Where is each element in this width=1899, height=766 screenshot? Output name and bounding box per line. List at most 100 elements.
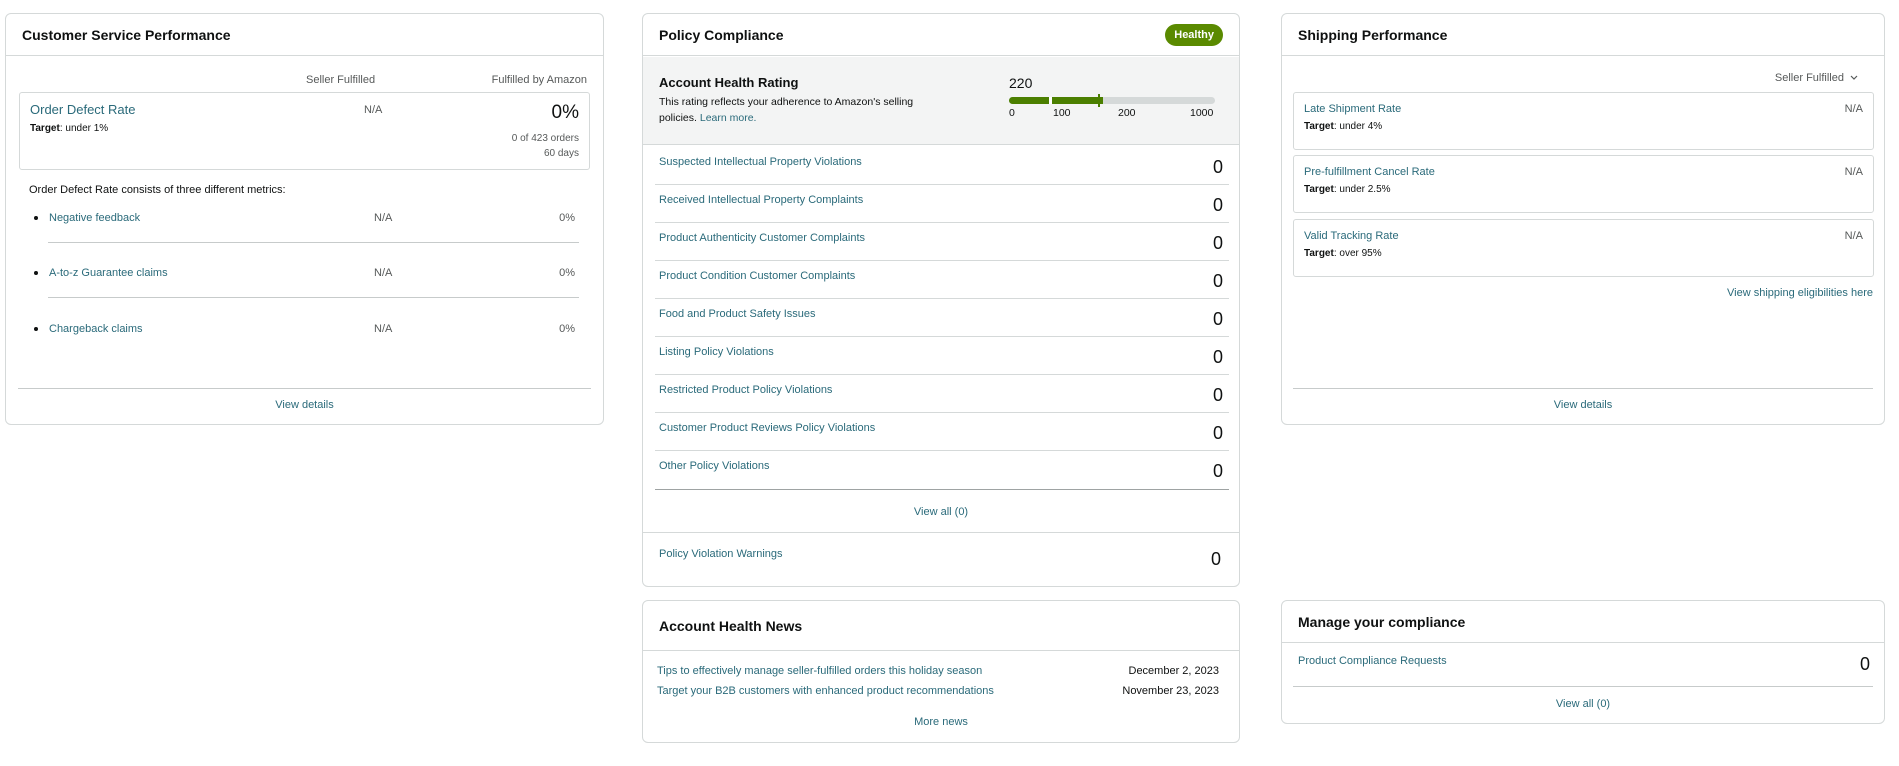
negative-feedback-link[interactable]: Negative feedback bbox=[49, 212, 140, 224]
pre-fulfillment-cancel-rate-link[interactable]: Pre-fulfillment Cancel Rate bbox=[1304, 166, 1435, 178]
odr-target-value: : under 1% bbox=[59, 123, 109, 134]
ahr-segment-gap bbox=[1049, 97, 1052, 104]
odr-consists-text: Order Defect Rate consists of three diff… bbox=[29, 184, 286, 196]
policy-row-value: 0 bbox=[1212, 271, 1223, 291]
csp-view-details-link[interactable]: View details bbox=[6, 399, 603, 411]
policy-row-link[interactable]: Food and Product Safety Issues bbox=[659, 308, 816, 320]
shipping-header: Shipping Performance bbox=[1282, 14, 1884, 56]
target-value: : under 4% bbox=[1333, 121, 1383, 132]
healthy-status-badge: Healthy bbox=[1165, 23, 1223, 46]
chargeback-seller: N/A bbox=[374, 323, 393, 335]
chargeback-claims-link[interactable]: Chargeback claims bbox=[49, 323, 143, 335]
odr-fba-orders: 0 of 423 orders bbox=[511, 133, 579, 144]
shipping-performance-card: Shipping Performance Seller Fulfilled La… bbox=[1281, 13, 1885, 425]
valid-tracking-rate-box: Valid Tracking Rate Target: over 95% N/A bbox=[1293, 219, 1874, 277]
col-header-seller: Seller Fulfilled bbox=[306, 74, 376, 86]
policy-warnings-link[interactable]: Policy Violation Warnings bbox=[659, 548, 783, 560]
policy-row-link[interactable]: Restricted Product Policy Violations bbox=[659, 384, 832, 396]
fulfillment-filter-dropdown[interactable]: Seller Fulfilled bbox=[1775, 72, 1858, 84]
policy-row-value: 0 bbox=[1212, 195, 1223, 215]
late-shipment-rate-box: Late Shipment Rate Target: under 4% N/A bbox=[1293, 92, 1874, 150]
csp-title: Customer Service Performance bbox=[22, 26, 231, 43]
odr-target-prefix: Target bbox=[30, 123, 60, 134]
pre-fulfillment-cancel-rate-box: Pre-fulfillment Cancel Rate Target: unde… bbox=[1293, 155, 1874, 213]
learn-more-link[interactable]: Learn more. bbox=[700, 112, 757, 124]
negative-feedback-fba: 0% bbox=[559, 212, 575, 224]
manage-title: Manage your compliance bbox=[1298, 613, 1466, 630]
atoz-seller: N/A bbox=[374, 267, 393, 279]
divider bbox=[48, 242, 579, 243]
news-item-date: November 23, 2023 bbox=[1122, 685, 1219, 697]
policy-row-value: 0 bbox=[1212, 461, 1223, 481]
product-compliance-requests-link[interactable]: Product Compliance Requests bbox=[1298, 655, 1447, 667]
policy-warnings-value: 0 bbox=[1210, 549, 1221, 569]
news-item: Tips to effectively manage seller-fulfil… bbox=[657, 665, 1227, 677]
order-defect-rate-link[interactable]: Order Defect Rate bbox=[30, 102, 136, 117]
policy-view-all-link[interactable]: View all (0) bbox=[643, 506, 1239, 518]
policy-row: Listing Policy Violations 0 bbox=[655, 337, 1229, 375]
news-item-link[interactable]: Target your B2B customers with enhanced … bbox=[657, 685, 994, 697]
account-health-rating-panel: Account Health Rating This rating reflec… bbox=[643, 57, 1239, 145]
valid-tracking-rate-link[interactable]: Valid Tracking Rate bbox=[1304, 230, 1399, 242]
ahr-score: 220 bbox=[1009, 75, 1033, 91]
policy-row-link[interactable]: Product Condition Customer Complaints bbox=[659, 270, 855, 282]
chevron-down-icon bbox=[1850, 72, 1858, 84]
policy-row-link[interactable]: Listing Policy Violations bbox=[659, 346, 774, 358]
target-prefix: Target bbox=[1304, 248, 1334, 259]
news-title: Account Health News bbox=[659, 617, 803, 634]
target-value: : under 2.5% bbox=[1333, 184, 1391, 195]
atoz-fba: 0% bbox=[559, 267, 575, 279]
policy-row-link[interactable]: Customer Product Reviews Policy Violatio… bbox=[659, 422, 875, 434]
tracking-rate-value: N/A bbox=[1844, 230, 1863, 242]
csp-header: Customer Service Performance bbox=[6, 14, 603, 56]
shipping-title: Shipping Performance bbox=[1298, 26, 1448, 43]
shipping-eligibilities-link[interactable]: View shipping eligibilities here bbox=[1727, 287, 1873, 299]
policy-row-link[interactable]: Received Intellectual Property Complaint… bbox=[659, 194, 863, 206]
policy-row-value: 0 bbox=[1212, 233, 1223, 253]
metric-row-atoz: A-to-z Guarantee claims N/A 0% bbox=[34, 267, 592, 312]
policy-header: Policy Compliance Healthy bbox=[643, 14, 1239, 56]
target-prefix: Target bbox=[1304, 121, 1334, 132]
target-prefix: Target bbox=[1304, 184, 1334, 195]
manage-view-all-link[interactable]: View all (0) bbox=[1282, 698, 1884, 710]
ahr-description-text: This rating reflects your adherence to A… bbox=[659, 96, 914, 124]
policy-row-value: 0 bbox=[1212, 423, 1223, 443]
policy-row-value: 0 bbox=[1212, 309, 1223, 329]
late-shipment-value: N/A bbox=[1844, 103, 1863, 115]
divider bbox=[18, 388, 591, 389]
policy-row-link[interactable]: Suspected Intellectual Property Violatio… bbox=[659, 156, 862, 168]
policy-row-value: 0 bbox=[1212, 385, 1223, 405]
ahr-tick-100: 100 bbox=[1053, 107, 1071, 119]
news-item-date: December 2, 2023 bbox=[1128, 665, 1220, 677]
policy-row: Restricted Product Policy Violations 0 bbox=[655, 375, 1229, 413]
more-news-link[interactable]: More news bbox=[643, 716, 1239, 728]
odr-seller-value: N/A bbox=[364, 104, 383, 116]
policy-row-value: 0 bbox=[1212, 347, 1223, 367]
manage-compliance-card: Manage your compliance Product Complianc… bbox=[1281, 600, 1885, 724]
late-shipment-target: Target: under 4% bbox=[1304, 121, 1382, 132]
odr-fba-days: 60 days bbox=[543, 148, 579, 159]
customer-service-performance-card: Customer Service Performance Seller Fulf… bbox=[5, 13, 604, 425]
policy-title: Policy Compliance bbox=[659, 26, 784, 43]
divider bbox=[1293, 388, 1873, 389]
filter-label: Seller Fulfilled bbox=[1774, 72, 1844, 84]
news-item-link[interactable]: Tips to effectively manage seller-fulfil… bbox=[657, 665, 982, 677]
policy-row-link[interactable]: Other Policy Violations bbox=[659, 460, 769, 472]
late-shipment-rate-link[interactable]: Late Shipment Rate bbox=[1304, 103, 1401, 115]
odr-target: Target: under 1% bbox=[30, 123, 108, 134]
product-compliance-requests-value: 0 bbox=[1859, 654, 1870, 674]
divider bbox=[643, 532, 1239, 533]
target-value: : over 95% bbox=[1333, 248, 1382, 259]
ahr-progress-bar bbox=[1009, 97, 1215, 104]
policy-row-link[interactable]: Product Authenticity Customer Complaints bbox=[659, 232, 865, 244]
ahr-tick-0: 0 bbox=[1009, 107, 1015, 119]
negative-feedback-seller: N/A bbox=[374, 212, 393, 224]
cancel-rate-value: N/A bbox=[1844, 166, 1863, 178]
policy-row: Other Policy Violations 0 bbox=[655, 451, 1229, 490]
news-header: Account Health News bbox=[643, 601, 1239, 651]
shipping-view-details-link[interactable]: View details bbox=[1282, 399, 1884, 411]
bullet bbox=[34, 216, 38, 220]
policy-compliance-card: Policy Compliance Healthy Account Health… bbox=[642, 13, 1240, 587]
metric-row-negative-feedback: Negative feedback N/A 0% bbox=[34, 212, 592, 257]
atoz-claims-link[interactable]: A-to-z Guarantee claims bbox=[49, 267, 168, 279]
